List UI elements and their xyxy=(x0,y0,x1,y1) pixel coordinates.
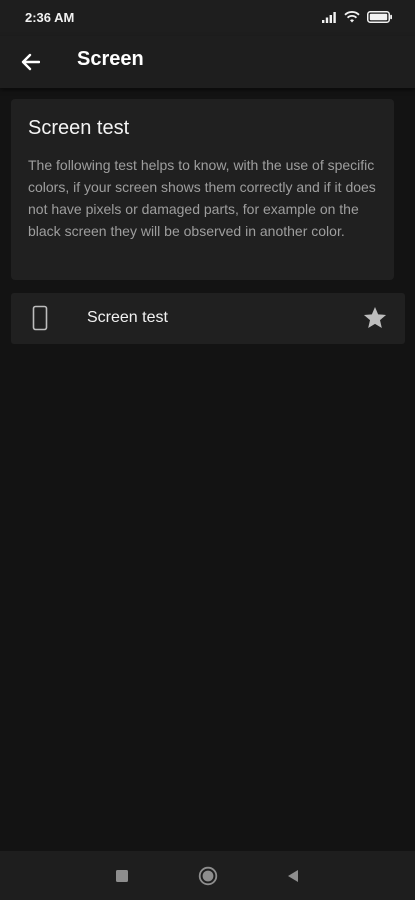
home-button[interactable] xyxy=(197,865,219,887)
recents-square-icon xyxy=(116,870,128,882)
wifi-icon xyxy=(344,11,360,23)
system-nav-bar xyxy=(0,851,415,900)
list-item-screen-test[interactable]: Screen test xyxy=(11,293,405,344)
battery-icon xyxy=(367,11,392,23)
list-item-label: Screen test xyxy=(87,309,168,326)
info-card-title: Screen test xyxy=(28,117,130,139)
status-bar: 2:36 AM xyxy=(0,0,415,36)
back-nav-button[interactable] xyxy=(282,865,304,887)
status-time: 2:36 AM xyxy=(25,10,75,25)
recents-button[interactable] xyxy=(111,865,133,887)
home-circle-icon xyxy=(198,866,218,886)
page-title: Screen xyxy=(77,48,144,70)
star-icon[interactable] xyxy=(362,305,388,331)
status-icons xyxy=(322,11,393,23)
signal-icon xyxy=(322,12,336,23)
smartphone-icon xyxy=(32,305,48,331)
info-card-description: The following test helps to know, with t… xyxy=(28,157,376,239)
back-triangle-icon xyxy=(288,870,298,882)
info-card: Screen test The following test helps to … xyxy=(11,99,394,280)
arrow-back-icon xyxy=(21,53,40,71)
app-screen: 2:36 AM Screen Screen test The following… xyxy=(0,0,415,900)
app-bar: Screen xyxy=(0,36,415,88)
back-button[interactable] xyxy=(14,46,46,78)
